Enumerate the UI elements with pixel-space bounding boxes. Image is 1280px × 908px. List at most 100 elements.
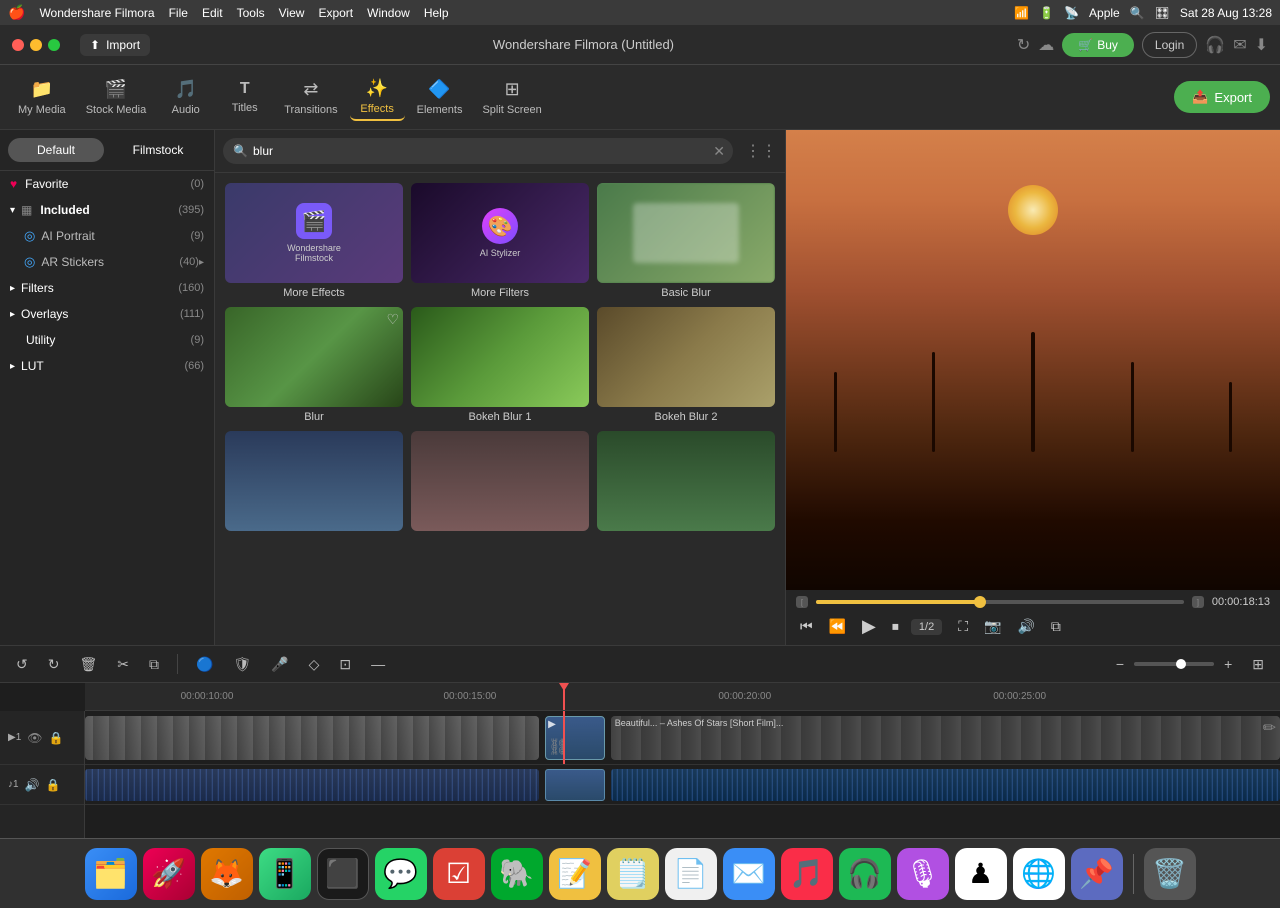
preview-stop-button[interactable]: ⏹ <box>888 616 903 637</box>
sidebar-item-overlays[interactable]: ▸ Overlays (111) <box>0 301 214 327</box>
sidebar-tab-default[interactable]: Default <box>8 138 104 162</box>
copy-button[interactable]: ⧉ <box>143 652 165 677</box>
dock-firefox[interactable]: 🦊 <box>201 848 253 900</box>
effect-blur3[interactable] <box>225 431 403 535</box>
effects-options-button[interactable]: ⋮⋮ <box>745 141 777 161</box>
preview-fullscreen-button[interactable]: ⛶ <box>954 616 972 637</box>
sidebar-item-utility[interactable]: Utility (9) <box>0 327 214 353</box>
sidebar-item-ar-stickers[interactable]: ◎ AR Stickers (40) ▸ <box>0 249 214 275</box>
menubar-datetime[interactable]: Sat 28 Aug 13:28 <box>1180 6 1272 20</box>
zoom-slider[interactable] <box>1134 662 1214 666</box>
app-name[interactable]: Wondershare Filmora <box>39 6 154 20</box>
menubar-apple-account[interactable]: Apple <box>1089 6 1120 20</box>
effect-more-effects[interactable]: 🎬 WondershareFilmstock More Effects <box>225 183 403 299</box>
dock-mail[interactable]: ✉️ <box>723 848 775 900</box>
keyframe-button[interactable]: ◇ <box>303 652 326 677</box>
audio-clip-1[interactable] <box>85 769 539 801</box>
toolbar-transitions[interactable]: ⇄ Transitions <box>276 75 345 120</box>
buy-button[interactable]: 🛒 Buy <box>1062 33 1134 57</box>
lock-icon[interactable]: 🔒 <box>49 731 64 745</box>
preview-playhead-thumb[interactable] <box>974 596 986 608</box>
preview-screenshot-button[interactable]: 📷 <box>980 616 1005 637</box>
dock-finder[interactable]: 🗂️ <box>85 848 137 900</box>
toolbar-stock-media[interactable]: 🎬 Stock Media <box>78 75 155 120</box>
maximize-button[interactable] <box>48 39 60 51</box>
dock-stickies[interactable]: 🗒️ <box>607 848 659 900</box>
preview-resolution-fraction[interactable]: 1/2 <box>911 619 942 635</box>
toolbar-effects[interactable]: ✨ Effects <box>350 74 405 121</box>
zoom-out-button[interactable]: − <box>1110 652 1130 676</box>
preview-pip-button[interactable]: ⧉ <box>1047 616 1065 637</box>
import-button[interactable]: ⬆ Import <box>80 34 150 56</box>
preview-skip-back-button[interactable]: ⏮ <box>796 616 817 637</box>
effect-basic-blur[interactable]: Basic Blur <box>597 183 775 299</box>
preview-progress-track[interactable] <box>816 600 1184 604</box>
dock-spotify[interactable]: 🎧 <box>839 848 891 900</box>
effects-search-input[interactable] <box>223 138 733 164</box>
effect-blur[interactable]: ♡ Blur <box>225 307 403 423</box>
preview-volume-button[interactable]: 🔊 <box>1013 616 1038 637</box>
minus-zoom-button[interactable]: — <box>365 652 391 676</box>
preview-trim-start[interactable]: [ <box>796 596 808 608</box>
effect-blur5[interactable] <box>597 431 775 535</box>
redo-button[interactable]: ↻ <box>42 652 66 677</box>
undo-button[interactable]: ↺ <box>10 652 34 677</box>
menubar-control-center-icon[interactable]: 🎛 <box>1155 6 1170 20</box>
menu-export[interactable]: Export <box>318 6 353 20</box>
dock-texteditor[interactable]: 📄 <box>665 848 717 900</box>
delete-button[interactable]: 🗑 <box>73 652 103 677</box>
video-clip-2[interactable]: Beautiful... – Ashes Of Stars [Short Fil… <box>611 716 1280 760</box>
search-clear-button[interactable]: ✕ <box>713 143 725 160</box>
toolbar-elements[interactable]: 🔷 Elements <box>409 75 471 120</box>
sidebar-tab-filmstock[interactable]: Filmstock <box>110 138 206 162</box>
toolbar-audio[interactable]: 🎵 Audio <box>158 75 213 120</box>
audio-lock-icon[interactable]: 🔒 <box>46 778 61 792</box>
menubar-search-icon[interactable]: 🔍 <box>1130 6 1145 20</box>
dock-evernote[interactable]: 🐘 <box>491 848 543 900</box>
close-button[interactable] <box>12 39 24 51</box>
export-button[interactable]: 📤 Export <box>1174 81 1270 113</box>
menu-edit[interactable]: Edit <box>202 6 223 20</box>
preview-play-button[interactable]: ▶ <box>858 614 880 639</box>
dock-chrome[interactable]: 🌐 <box>1013 848 1065 900</box>
effect-ai-stylizer[interactable]: 🎨 AI Stylizer More Filters <box>411 183 589 299</box>
menu-file[interactable]: File <box>169 6 188 20</box>
blur-favorite-icon[interactable]: ♡ <box>386 311 399 328</box>
split-button[interactable]: ⊡ <box>333 652 357 677</box>
toolbar-my-media[interactable]: 📁 My Media <box>10 75 74 120</box>
sidebar-item-favorite[interactable]: ♥ Favorite (0) <box>0 171 214 197</box>
audio-clip-2[interactable] <box>611 769 1280 801</box>
login-button[interactable]: Login <box>1142 32 1197 58</box>
cut-button[interactable]: ✂ <box>111 652 135 677</box>
menu-window[interactable]: Window <box>367 6 410 20</box>
sidebar-item-filters[interactable]: ▸ Filters (160) <box>0 275 214 301</box>
effect-blur4[interactable] <box>411 431 589 535</box>
dock-android-studio[interactable]: 📱 <box>259 848 311 900</box>
effect-bokeh-blur-1[interactable]: Bokeh Blur 1 <box>411 307 589 423</box>
marker-button[interactable]: 🛡 <box>227 652 257 677</box>
dock-podcasts[interactable]: 🎙 <box>897 848 949 900</box>
dock-notes[interactable]: 📝 <box>549 848 601 900</box>
zoom-in-button[interactable]: + <box>1218 652 1238 676</box>
toolbar-split-screen[interactable]: ⊞ Split Screen <box>474 75 549 120</box>
preview-step-back-button[interactable]: ⏪ <box>825 616 850 637</box>
dock-chess[interactable]: ♟ <box>955 848 1007 900</box>
audio-volume-icon[interactable]: 🔊 <box>25 778 40 792</box>
effect-bokeh-blur-2[interactable]: Bokeh Blur 2 <box>597 307 775 423</box>
fit-button[interactable]: ⊞ <box>1246 652 1270 677</box>
video-clip-selected[interactable]: ▶ ⛓ <box>545 716 605 760</box>
video-clip-1[interactable] <box>85 716 539 760</box>
audio-clip-selected[interactable] <box>545 769 605 801</box>
dock-whatsapp[interactable]: 💬 <box>375 848 427 900</box>
minimize-button[interactable] <box>30 39 42 51</box>
preview-trim-end[interactable]: ] <box>1192 596 1204 608</box>
menu-help[interactable]: Help <box>424 6 449 20</box>
audio-button[interactable]: 🎤 <box>265 652 294 677</box>
eye-icon[interactable]: 👁 <box>27 731 42 745</box>
sidebar-item-ai-portrait[interactable]: ◎ AI Portrait (9) <box>0 223 214 249</box>
menu-tools[interactable]: Tools <box>237 6 265 20</box>
sidebar-item-included[interactable]: ▾ ▦ Included (395) <box>0 197 214 223</box>
magnet-button[interactable]: 🔵 <box>190 652 219 677</box>
dock-terminal[interactable]: ⬛ <box>317 848 369 900</box>
dock-launchpad[interactable]: 🚀 <box>143 848 195 900</box>
